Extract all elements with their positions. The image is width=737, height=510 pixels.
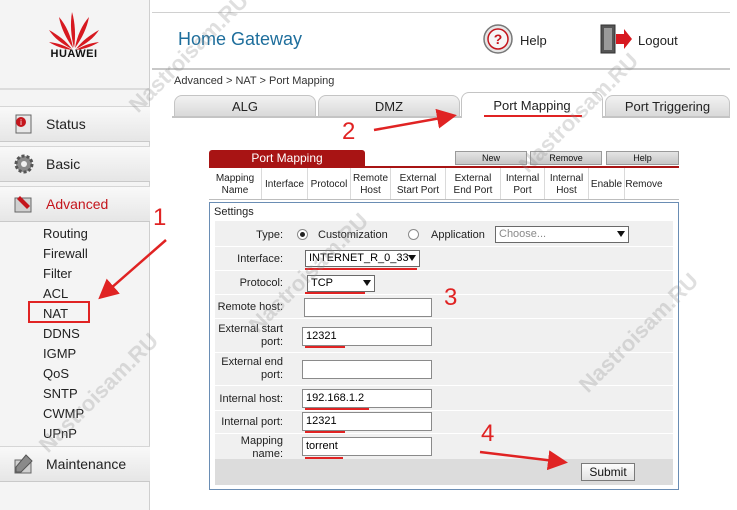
header-divider xyxy=(152,68,730,70)
internal-host-row: Internal host: 192.168.1.2 xyxy=(215,387,673,411)
column-header-external-start-port: External Start Port xyxy=(391,168,446,199)
breadcrumb: Advanced > NAT > Port Mapping xyxy=(174,75,335,87)
external-start-port-underline xyxy=(305,346,345,348)
step-number-3: 3 xyxy=(444,284,458,311)
settings-title: Settings xyxy=(214,206,254,218)
column-header-protocol: Protocol xyxy=(308,168,351,199)
column-header-external-end-port: External End Port xyxy=(446,168,501,199)
huawei-wordmark: HUAWEI xyxy=(50,48,98,60)
mapping-name-label: Mapping name: xyxy=(240,435,283,460)
protocol-label: Protocol: xyxy=(239,277,283,289)
internal-port-row: Internal port: 12321 xyxy=(215,410,673,434)
internal-port-underline xyxy=(305,431,345,433)
external-end-port-input[interactable] xyxy=(302,360,432,379)
help-icon[interactable]: ? xyxy=(482,23,514,55)
nat-highlight-box xyxy=(28,301,90,323)
arrow-to-port-mapping-tab xyxy=(373,108,457,132)
form-footer: Submit xyxy=(215,459,673,485)
column-header-mapping-name: Mapping Name xyxy=(209,168,262,199)
column-header-internal-host: Internal Host xyxy=(545,168,589,199)
sidebar-item-basic[interactable]: Basic xyxy=(0,146,150,182)
column-header-remove: Remove xyxy=(625,178,663,190)
advanced-tools-icon xyxy=(12,192,36,216)
application-select[interactable]: Choose... xyxy=(495,226,629,243)
submit-button[interactable]: Submit xyxy=(581,463,635,481)
type-customization-radio[interactable] xyxy=(297,229,308,240)
sidebar-item-status[interactable]: i Status xyxy=(0,106,150,142)
submenu-item-firewall[interactable]: Firewall xyxy=(0,244,150,264)
chevron-down-icon xyxy=(617,231,625,237)
sidebar-item-label: Maintenance xyxy=(46,456,127,472)
status-info-icon: i xyxy=(12,112,36,136)
type-application-radio[interactable] xyxy=(408,229,419,240)
submenu-item-routing[interactable]: Routing xyxy=(0,224,150,244)
mapping-name-input[interactable]: torrent xyxy=(302,437,432,456)
wrench-icon xyxy=(12,452,36,476)
column-header-internal-port: Internal Port xyxy=(501,168,545,199)
internal-host-label: Internal host: xyxy=(219,393,283,405)
tab-alg[interactable]: ALG xyxy=(174,95,316,116)
type-application-label: Application xyxy=(431,229,485,241)
tab-port-triggering[interactable]: Port Triggering xyxy=(605,95,730,116)
sidebar-item-label: Basic xyxy=(46,156,81,172)
sidebar-divider xyxy=(0,88,150,90)
help-button[interactable]: Help xyxy=(606,151,679,165)
column-header-remote-host: Remote Host xyxy=(351,168,391,199)
internal-host-input[interactable]: 192.168.1.2 xyxy=(302,389,432,408)
column-header-enable: Enable xyxy=(589,168,625,199)
sidebar-item-advanced[interactable]: Advanced xyxy=(0,186,150,222)
port-mapping-list-title: Port Mapping xyxy=(209,150,365,167)
column-header-interface: Interface xyxy=(262,168,308,199)
chevron-down-icon xyxy=(363,280,371,286)
mapping-name-row: Mapping name: torrent xyxy=(215,434,673,460)
step-number-2: 2 xyxy=(342,118,356,145)
svg-text:?: ? xyxy=(494,31,503,47)
type-row: Type: Customization Application Choose..… xyxy=(215,223,673,247)
sidebar-item-maintenance[interactable]: Maintenance xyxy=(0,446,150,482)
remote-host-input[interactable] xyxy=(304,298,432,317)
external-start-port-input[interactable]: 12321 xyxy=(302,327,432,346)
submenu-item-ddns[interactable]: DDNS xyxy=(0,324,150,344)
gear-icon xyxy=(12,152,36,176)
chevron-down-icon xyxy=(408,255,416,261)
logout-link[interactable]: Logout xyxy=(638,33,678,48)
step-number-4: 4 xyxy=(481,420,495,447)
protocol-underline xyxy=(305,292,365,294)
help-link[interactable]: Help xyxy=(520,33,547,48)
step-number-1: 1 xyxy=(153,204,167,231)
sidebar-item-label: Status xyxy=(46,116,86,132)
type-label: Type: xyxy=(256,229,283,241)
external-end-port-label: External end port: xyxy=(221,356,283,381)
interface-label: Interface: xyxy=(237,253,283,265)
sidebar-item-label: Advanced xyxy=(46,196,109,212)
submenu-item-filter[interactable]: Filter xyxy=(0,264,150,284)
tab-dmz[interactable]: DMZ xyxy=(318,95,460,116)
internal-port-label: Internal port: xyxy=(221,416,283,428)
svg-text:i: i xyxy=(20,118,22,127)
interface-row: Interface: INTERNET_R_0_33 xyxy=(215,247,673,271)
internal-port-input[interactable]: 12321 xyxy=(302,412,432,431)
table-header-row: Mapping Name Interface Protocol Remote Hos… xyxy=(209,168,679,200)
